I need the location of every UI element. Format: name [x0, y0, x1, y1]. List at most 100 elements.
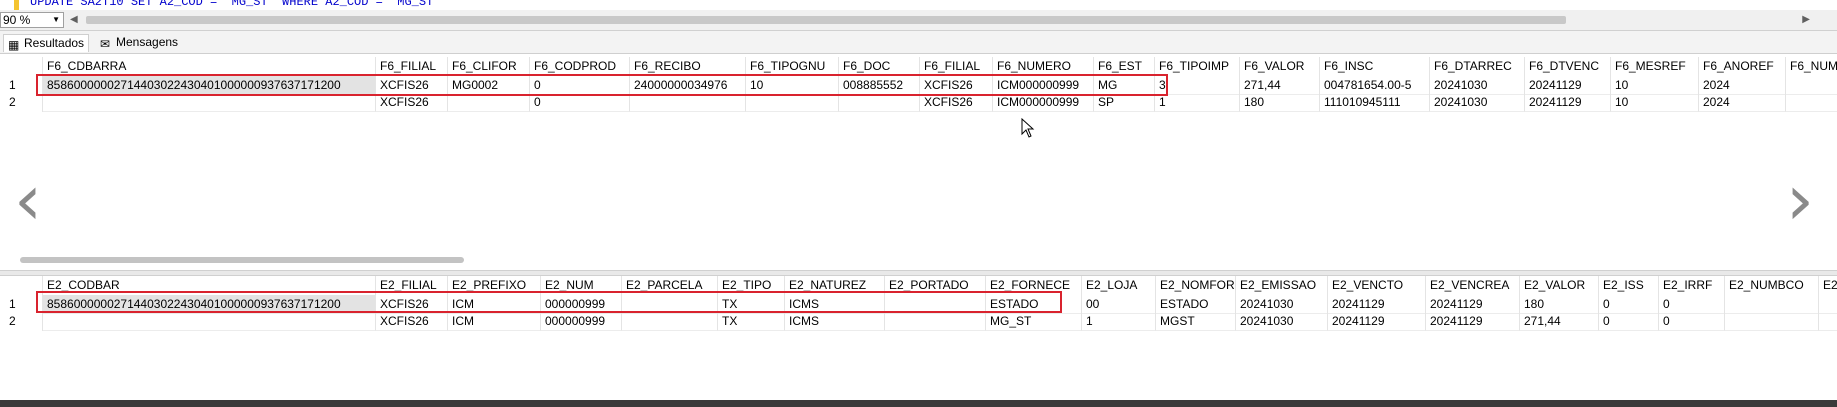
column-header[interactable]: E2_ISS	[1599, 276, 1659, 295]
table-cell[interactable]: 10	[1611, 93, 1699, 112]
table-cell[interactable]: MG_ST	[986, 312, 1082, 331]
table-cell[interactable]: 0	[530, 93, 630, 112]
table-cell[interactable]: ICM	[448, 312, 541, 331]
column-header[interactable]: F6_FILIAL	[376, 57, 448, 76]
table-cell[interactable]: 20241129	[1426, 312, 1520, 331]
table-cell[interactable]: 000000999	[541, 312, 622, 331]
table-cell[interactable]: 2024	[1699, 93, 1786, 112]
column-header[interactable]: F6_NUM	[1786, 57, 1837, 76]
mouse-cursor-icon	[1021, 118, 1035, 138]
table-cell[interactable]	[746, 93, 839, 112]
table-cell[interactable]: ICM000000999	[993, 93, 1094, 112]
table-cell[interactable]: 20241129	[1328, 312, 1426, 331]
scroll-right-icon[interactable]: ▶	[1802, 14, 1810, 25]
sql-editor-line[interactable]: UPDATE SA2T10 SET A2_COD = 'MG_ST' WHERE…	[0, 0, 1837, 10]
column-header[interactable]: F6_CODPROD	[530, 57, 630, 76]
row-number[interactable]: 2	[3, 312, 43, 331]
table-cell[interactable]: MGST	[1156, 312, 1236, 331]
table-cell[interactable]: TX	[718, 312, 785, 331]
column-header[interactable]: F6_DTARREC	[1430, 57, 1525, 76]
column-header[interactable]: E2_TIPO	[718, 276, 785, 295]
column-header[interactable]: E2_	[1819, 276, 1837, 295]
table-cell[interactable]	[43, 93, 376, 112]
table-cell[interactable]: ICMS	[785, 312, 885, 331]
grid1-horizontal-scrollbar[interactable]	[20, 257, 464, 263]
table-cell[interactable]	[630, 93, 746, 112]
zoom-select[interactable]: 90 % ▼	[0, 12, 64, 28]
table-row[interactable]: 2 XCFIS26 ICM 000000999 TX ICMS MG_ST 1 MGST 2024…	[3, 312, 1837, 331]
column-header[interactable]: F6_VALOR	[1240, 57, 1320, 76]
column-header[interactable]: E2_VENCTO	[1328, 276, 1426, 295]
column-header[interactable]: E2_IRRF	[1659, 276, 1725, 295]
column-header[interactable]: E2_NOMFOR	[1156, 276, 1236, 295]
table-cell[interactable]: 180	[1240, 93, 1320, 112]
column-header[interactable]: E2_NUM	[541, 276, 622, 295]
column-header[interactable]: E2_PREFIXO	[448, 276, 541, 295]
table-cell[interactable]: 111010945111	[1320, 93, 1430, 112]
results-grid-sf6[interactable]: F6_CDBARRA F6_FILIAL F6_CLIFOR F6_CODPROD F6…	[3, 57, 1837, 257]
column-header[interactable]: E2_CODBAR	[43, 276, 376, 295]
table-cell[interactable]	[1819, 312, 1837, 331]
column-header[interactable]: F6_TIPOGNU	[746, 57, 839, 76]
column-header[interactable]: F6_CDBARRA	[43, 57, 376, 76]
table-cell[interactable]: XCFIS26	[376, 312, 448, 331]
scroll-left-icon[interactable]: ◀	[70, 14, 78, 25]
column-header[interactable]: F6_MESREF	[1611, 57, 1699, 76]
column-header[interactable]: F6_ANOREF	[1699, 57, 1786, 76]
table-cell[interactable]: 20241030	[1236, 312, 1328, 331]
grid-header-row: F6_CDBARRA F6_FILIAL F6_CLIFOR F6_CODPROD F6…	[3, 57, 1837, 76]
zoom-value: 90 %	[3, 13, 31, 27]
table-cell[interactable]: 0	[1659, 312, 1725, 331]
table-cell[interactable]: 0	[1599, 312, 1659, 331]
table-cell[interactable]	[885, 312, 986, 331]
column-header[interactable]: E2_NATUREZ	[785, 276, 885, 295]
column-header[interactable]: F6_INSC	[1320, 57, 1430, 76]
next-arrow-icon[interactable]: ›	[1786, 165, 1814, 235]
line-change-marker	[14, 0, 19, 10]
table-cell[interactable]	[1725, 312, 1819, 331]
results-grid-se2[interactable]: E2_CODBAR E2_FILIAL E2_PREFIXO E2_NUM E2_PAR…	[3, 276, 1837, 396]
scrollbar-thumb[interactable]	[86, 16, 1566, 24]
column-header[interactable]: F6_TIPOIMP	[1155, 57, 1240, 76]
column-header[interactable]: F6_CLIFOR	[448, 57, 530, 76]
table-cell[interactable]	[1786, 93, 1837, 112]
table-cell[interactable]: 20241129	[1525, 93, 1611, 112]
grid-header-row: E2_CODBAR E2_FILIAL E2_PREFIXO E2_NUM E2_PAR…	[3, 276, 1837, 295]
column-header[interactable]: E2_NUMBCO	[1725, 276, 1819, 295]
table-cell[interactable]	[622, 312, 718, 331]
column-header[interactable]: E2_PARCELA	[622, 276, 718, 295]
column-header[interactable]: F6_DOC	[839, 57, 920, 76]
column-header[interactable]: F6_NUMERO	[993, 57, 1094, 76]
column-header[interactable]: E2_VENCREA	[1426, 276, 1520, 295]
column-header[interactable]: E2_PORTADO	[885, 276, 986, 295]
zoom-toolbar: 90 % ▼ ◀ ▶	[0, 10, 1837, 31]
table-cell[interactable]	[839, 93, 920, 112]
column-header[interactable]: F6_DTVENC	[1525, 57, 1611, 76]
column-header[interactable]: E2_LOJA	[1082, 276, 1156, 295]
table-cell[interactable]: 20241030	[1430, 93, 1525, 112]
table-cell[interactable]: 271,44	[1520, 312, 1599, 331]
table-cell[interactable]: 1	[1082, 312, 1156, 331]
results-tabs: ▦ Resultados ✉ Mensagens	[0, 31, 1837, 54]
table-cell[interactable]: 1	[1155, 93, 1240, 112]
table-cell[interactable]: XCFIS26	[376, 93, 448, 112]
column-header[interactable]: F6_RECIBO	[630, 57, 746, 76]
table-cell[interactable]	[43, 312, 376, 331]
column-header[interactable]: F6_EST	[1094, 57, 1155, 76]
editor-horizontal-scrollbar[interactable]: ◀ ▶	[70, 14, 1810, 26]
table-cell[interactable]: XCFIS26	[920, 93, 993, 112]
column-header[interactable]: E2_FILIAL	[376, 276, 448, 295]
tab-mensagens[interactable]: ✉ Mensagens	[96, 34, 182, 51]
chevron-down-icon: ▼	[52, 15, 60, 24]
prev-arrow-icon[interactable]: ‹	[14, 165, 42, 235]
table-cell[interactable]	[448, 93, 530, 112]
tab-resultados[interactable]: ▦ Resultados	[3, 34, 90, 52]
table-row[interactable]: 2 XCFIS26 0 XCFIS26 ICM000000999 SP 1 180 111010…	[3, 93, 1837, 112]
column-header[interactable]: E2_VALOR	[1520, 276, 1599, 295]
table-cell[interactable]: SP	[1094, 93, 1155, 112]
column-header[interactable]: F6_FILIAL	[920, 57, 993, 76]
column-header[interactable]: E2_EMISSAO	[1236, 276, 1328, 295]
column-header[interactable]: E2_FORNECE	[986, 276, 1082, 295]
row-number[interactable]: 2	[3, 93, 43, 112]
results-window: UPDATE SA2T10 SET A2_COD = 'MG_ST' WHERE…	[0, 0, 1837, 407]
